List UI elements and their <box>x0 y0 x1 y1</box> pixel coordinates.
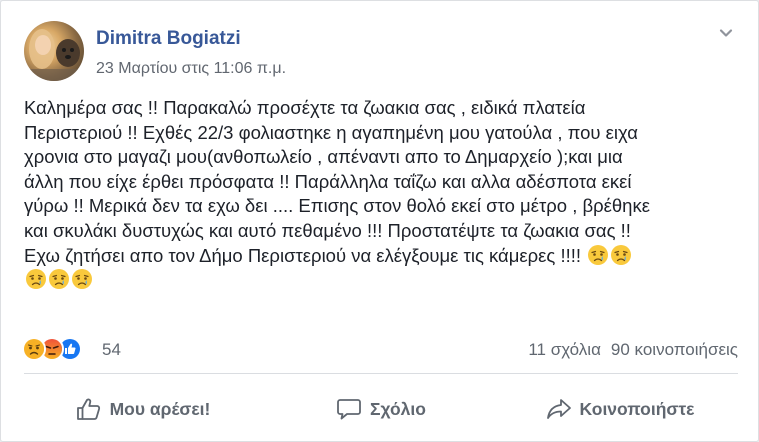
post-text-line: άλλη που είχε έρθει πρόσφατα !! Παράλληλ… <box>24 170 632 192</box>
comment-icon <box>337 399 361 420</box>
post-text-line: Καλημέρα σας !! Παρακαλώ προσέχτε τα ζωα… <box>24 97 586 118</box>
like-button-label: Μου αρέσει! <box>109 398 211 419</box>
post-text-line: χρονια στο μαγαζι μου(ανθοπωλείο , απένα… <box>24 146 623 168</box>
post-text-last-line: Εχω ζητήσει απο τον Δήμο Περιστεριού να … <box>24 244 729 269</box>
reactions-bar: 54 11 σχόλια 90 κοινοποιήσεις <box>22 337 738 363</box>
post-stats: 11 σχόλια 90 κοινοποιήσεις <box>528 340 738 360</box>
emoji-line <box>24 268 729 293</box>
like-button[interactable]: Μου αρέσει! <box>24 381 262 437</box>
post-text-line: Εχω ζητήσει απο τον Δήμο Περιστεριού να … <box>24 244 587 266</box>
post-card: Dimitra Bogiatzi 23 Μαρτίου στις 11:06 π… <box>0 0 759 442</box>
post-text-line: γύρω !! Μερικά δεν τα εχω δει .... Επιση… <box>24 195 650 217</box>
chevron-down-icon[interactable] <box>716 23 736 43</box>
crying-face-emoji <box>587 244 609 266</box>
comment-button[interactable]: Σχόλιο <box>262 381 500 437</box>
post-text: Καλημέρα σας !! Παρακαλώ προσέχτε τα ζωα… <box>24 96 729 293</box>
reaction-count[interactable]: 54 <box>102 340 121 360</box>
post-text-line: Περιστεριού !! Εχθές 22/3 φολιαστηκε η α… <box>24 121 638 143</box>
post-timestamp[interactable]: 23 Μαρτίου στις 11:06 π.μ. <box>96 60 286 78</box>
comment-button-label: Σχόλιο <box>370 398 426 419</box>
post-text-line: και σκυλάκι δυστυχώς και αυτό πεθαμένο !… <box>24 219 631 241</box>
share-button[interactable]: Κοινοποιήστε <box>500 381 740 437</box>
shares-count[interactable]: 90 κοινοποιήσεις <box>611 340 738 359</box>
reaction-icons[interactable] <box>22 337 102 361</box>
share-icon <box>546 399 571 419</box>
divider <box>24 373 738 374</box>
post-header: Dimitra Bogiatzi 23 Μαρτίου στις 11:06 π… <box>24 21 738 83</box>
share-button-label: Κοινοποιήστε <box>579 398 695 419</box>
crying-face-emoji <box>25 268 47 290</box>
crying-face-emoji <box>48 268 70 290</box>
action-bar: Μου αρέσει! Σχόλιο Κοινοποιήστε <box>24 381 738 437</box>
crying-face-emoji <box>610 244 632 266</box>
crying-face-emoji <box>71 268 93 290</box>
comments-count[interactable]: 11 σχόλια <box>528 340 601 359</box>
author-name[interactable]: Dimitra Bogiatzi <box>96 28 241 50</box>
avatar[interactable] <box>24 21 84 81</box>
sad-reaction-icon[interactable] <box>22 337 46 361</box>
thumbs-up-icon <box>76 398 100 420</box>
